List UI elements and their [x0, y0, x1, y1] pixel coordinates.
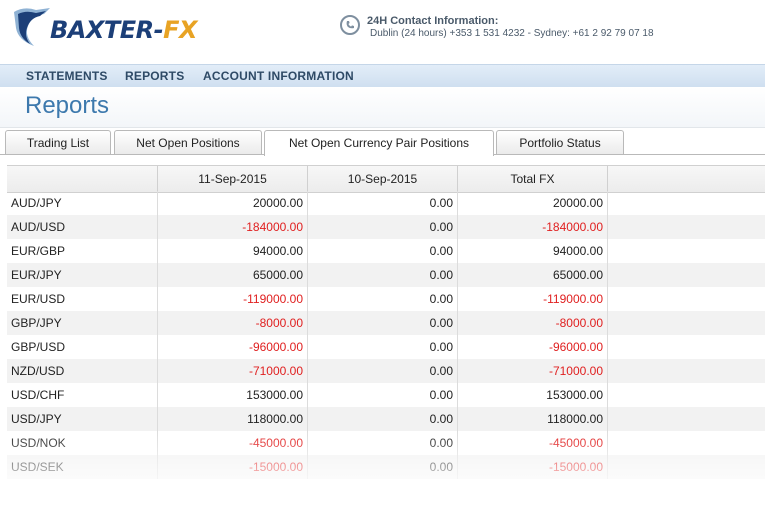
position-value-cell: 153000.00 [458, 383, 608, 407]
position-value-cell: -45000.00 [158, 431, 308, 455]
tab-net-open-positions[interactable]: Net Open Positions [114, 130, 262, 154]
header-pair[interactable] [7, 166, 158, 192]
table-row[interactable]: USD/NOK -45000.00 0.00 -45000.00 [7, 431, 765, 455]
table-row[interactable]: EUR/USD -119000.00 0.00 -119000.00 [7, 287, 765, 311]
report-tabs: Trading List Net Open Positions Net Open… [0, 130, 765, 156]
position-value-cell: 153000.00 [158, 383, 308, 407]
position-value-cell: -119000.00 [158, 287, 308, 311]
position-value-cell: 20000.00 [458, 191, 608, 215]
nav-account-information[interactable]: ACCOUNT INFORMATION [203, 69, 354, 83]
currency-pair-cell: EUR/USD [7, 287, 158, 311]
position-value-cell: 118000.00 [158, 407, 308, 431]
currency-pair-cell: USD/JPY [7, 407, 158, 431]
position-value-cell: -8000.00 [458, 311, 608, 335]
table-row[interactable]: USD/CHF 153000.00 0.00 153000.00 [7, 383, 765, 407]
currency-pair-cell: AUD/USD [7, 215, 158, 239]
table-row[interactable]: NZD/USD -71000.00 0.00 -71000.00 [7, 359, 765, 383]
position-value-cell: 0.00 [308, 407, 458, 431]
position-value-cell: -184000.00 [458, 215, 608, 239]
position-value-cell: -184000.00 [158, 215, 308, 239]
table-row[interactable]: EUR/JPY 65000.00 0.00 65000.00 [7, 263, 765, 287]
table-row[interactable]: AUD/USD -184000.00 0.00 -184000.00 [7, 215, 765, 239]
position-value-cell: 0.00 [308, 383, 458, 407]
nav-reports[interactable]: REPORTS [125, 69, 184, 83]
position-value-cell: 0.00 [308, 311, 458, 335]
phone-icon [340, 15, 360, 35]
nav-statements[interactable]: STATEMENTS [26, 69, 108, 83]
position-value-cell: -15000.00 [458, 455, 608, 479]
position-value-cell: 118000.00 [458, 407, 608, 431]
position-value-cell: -8000.00 [158, 311, 308, 335]
position-value-cell: 0.00 [308, 191, 458, 215]
position-value-cell: 0.00 [308, 287, 458, 311]
position-value-cell: 94000.00 [458, 239, 608, 263]
header-10-sep-2015[interactable]: 10-Sep-2015 [308, 166, 458, 192]
header: BAXTER-FX 24H Contact Information: Dubli… [0, 0, 765, 64]
tab-portfolio-status[interactable]: Portfolio Status [496, 130, 624, 154]
position-value-cell: 0.00 [308, 239, 458, 263]
currency-pair-cell: EUR/JPY [7, 263, 158, 287]
currency-pair-cell: GBP/USD [7, 335, 158, 359]
position-value-cell: 20000.00 [158, 191, 308, 215]
page-title: Reports [25, 92, 110, 119]
position-value-cell: 0.00 [308, 359, 458, 383]
position-value-cell: 0.00 [308, 263, 458, 287]
currency-pair-cell: NZD/USD [7, 359, 158, 383]
currency-pair-cell: GBP/JPY [7, 311, 158, 335]
position-value-cell: -45000.00 [458, 431, 608, 455]
contact-phone-numbers: Dublin (24 hours) +353 1 531 4232 - Sydn… [370, 28, 654, 39]
position-value-cell: 0.00 [308, 215, 458, 239]
currency-pair-cell: USD/NOK [7, 431, 158, 455]
position-value-cell: 94000.00 [158, 239, 308, 263]
table-header: 11-Sep-2015 10-Sep-2015 Total FX [7, 165, 765, 193]
position-value-cell: -96000.00 [158, 335, 308, 359]
table-row[interactable]: GBP/USD -96000.00 0.00 -96000.00 [7, 335, 765, 359]
main-nav: STATEMENTS REPORTS ACCOUNT INFORMATION [0, 64, 765, 88]
position-value-cell: -96000.00 [458, 335, 608, 359]
header-11-sep-2015[interactable]: 11-Sep-2015 [158, 166, 308, 192]
currency-pair-cell: USD/CHF [7, 383, 158, 407]
position-value-cell: 65000.00 [158, 263, 308, 287]
contact-title: 24H Contact Information: [367, 15, 499, 27]
table-row[interactable]: USD/JPY 118000.00 0.00 118000.00 [7, 407, 765, 431]
table-row[interactable]: AUD/JPY 20000.00 0.00 20000.00 [7, 191, 765, 215]
logo-text-main: BAXTER- [50, 16, 164, 44]
position-value-cell: -119000.00 [458, 287, 608, 311]
position-value-cell: 0.00 [308, 455, 458, 479]
position-value-cell: 65000.00 [458, 263, 608, 287]
currency-pair-cell: AUD/JPY [7, 191, 158, 215]
tab-net-open-currency-pair-positions[interactable]: Net Open Currency Pair Positions [264, 130, 494, 156]
currency-pair-cell: USD/SEK [7, 455, 158, 479]
logo-text: BAXTER-FX [50, 16, 197, 44]
currency-pair-cell: EUR/GBP [7, 239, 158, 263]
table-row[interactable]: USD/SEK -15000.00 0.00 -15000.00 [7, 455, 765, 479]
position-value-cell: -71000.00 [158, 359, 308, 383]
position-value-cell: -15000.00 [158, 455, 308, 479]
page-title-bar: Reports [0, 87, 765, 128]
tab-trading-list[interactable]: Trading List [5, 130, 111, 154]
baxter-fx-logo[interactable]: BAXTER-FX [10, 4, 197, 56]
header-total-fx[interactable]: Total FX [458, 166, 608, 192]
position-value-cell: -71000.00 [458, 359, 608, 383]
table-row[interactable]: GBP/JPY -8000.00 0.00 -8000.00 [7, 311, 765, 335]
positions-table: 11-Sep-2015 10-Sep-2015 Total FX AUD/JPY… [7, 165, 765, 495]
table-row[interactable]: EUR/GBP 94000.00 0.00 94000.00 [7, 239, 765, 263]
position-value-cell: 0.00 [308, 335, 458, 359]
position-value-cell: 0.00 [308, 431, 458, 455]
logo-text-accent: FX [163, 16, 197, 44]
